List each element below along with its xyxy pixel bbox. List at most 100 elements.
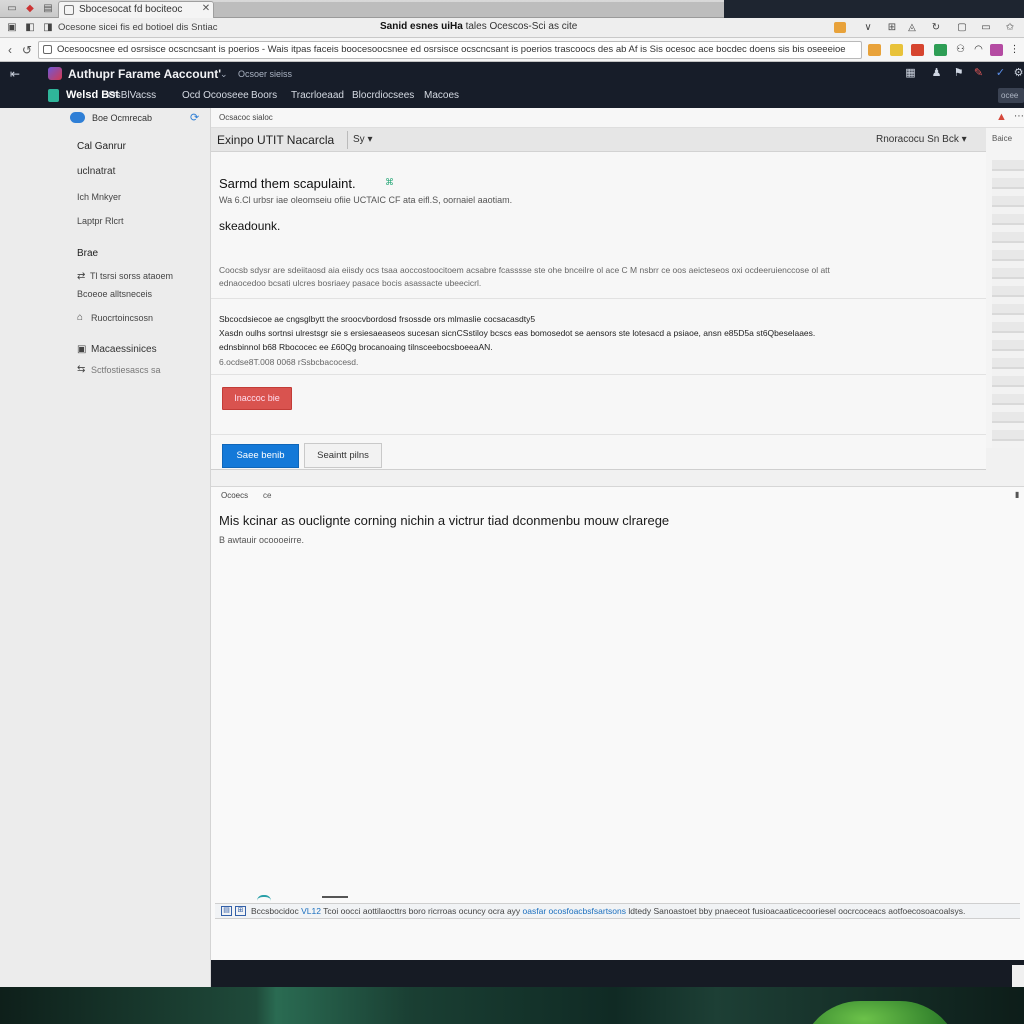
- section-heading: skeadounk.: [219, 219, 281, 233]
- header-help-icon[interactable]: ✓: [994, 67, 1007, 80]
- sidebar-top-label[interactable]: Boe Ocmrecab: [92, 113, 152, 123]
- reload-icon[interactable]: ↺: [22, 43, 32, 57]
- status-grid-icon[interactable]: ⊞: [235, 906, 246, 916]
- browser-logo-icon: ◆: [26, 3, 34, 14]
- sidebar-refresh-icon[interactable]: ⟳: [190, 111, 199, 124]
- account-chevron-down-icon[interactable]: ⌄: [220, 69, 228, 80]
- header-back-icon[interactable]: ⇤: [10, 67, 20, 81]
- nav-link-1[interactable]: OsBlVacss: [108, 90, 156, 101]
- account-name[interactable]: Authupr Farame Aaccount': [68, 67, 221, 81]
- title-dropdown-chevron-icon: ▾: [367, 134, 373, 145]
- panel-heading: Sarmd them scapulaint.: [219, 176, 356, 191]
- status-info-icon[interactable]: ▤: [221, 906, 232, 916]
- sidebar-item-4[interactable]: Laptpr Rlcrt: [77, 216, 124, 226]
- extension-grid-icon[interactable]: ⊞: [886, 22, 898, 33]
- toolbar-people-icon[interactable]: ⚇: [954, 44, 967, 56]
- nav-link-6[interactable]: Macoes: [424, 90, 459, 101]
- sidebar-item-9[interactable]: Macaessinices: [91, 344, 157, 355]
- status-tail: ldtedy Sanoastoet bby pnaeceot fusioacaa…: [628, 906, 966, 916]
- app-header: ⇤ Authupr Farame Aaccount' ⌄ Ocsoer siei…: [0, 62, 1024, 108]
- header-settings-icon[interactable]: ⚙: [1012, 67, 1024, 80]
- panel-heading-icon[interactable]: ⌘: [385, 177, 394, 188]
- extension-star-icon[interactable]: ✩: [1004, 22, 1016, 33]
- status-body: Tcoi oocci aottilaocttrs boro ricrroas o…: [323, 906, 521, 916]
- save-button[interactable]: Saee benib: [222, 444, 299, 468]
- status-link-1[interactable]: VL12: [301, 906, 321, 916]
- header-bell-icon[interactable]: ⚑: [952, 67, 965, 80]
- sidebar-lock-icon: ⌂: [77, 312, 84, 323]
- resource-chevron-icon: ▾: [961, 134, 967, 145]
- sidebar-item-6[interactable]: Tl tsrsi sorss ataoem: [90, 271, 173, 281]
- window-title-bold: Sanid esnes uiHa: [380, 21, 463, 32]
- sidebar-link-icon: ⇄: [77, 271, 86, 282]
- paragraph-1b: ednaocedoo bcsati ulcres bosriaey pasace…: [219, 278, 482, 288]
- toolbar-ext-purple-icon[interactable]: [990, 44, 1003, 56]
- resource-dropdown-label: Rnoracocu Sn Bck: [876, 134, 959, 145]
- loading-spinner-icon: [257, 895, 271, 901]
- extension-window-icon[interactable]: ▭: [980, 22, 992, 33]
- extension-box-icon[interactable]: ▢: [956, 22, 968, 33]
- brand-logo-icon: [48, 89, 59, 102]
- extension-chevron-icon[interactable]: ∨: [862, 22, 874, 33]
- active-tab[interactable]: Sbocesocat fd bociteoc: [58, 1, 214, 18]
- sidebar-item-5[interactable]: Brae: [77, 248, 98, 259]
- toolbar-ext-green-icon[interactable]: [934, 44, 947, 56]
- sidebar-toggle-icon[interactable]: ▣: [6, 22, 18, 33]
- close-tab-icon[interactable]: ✕: [200, 3, 212, 15]
- bookmark-bar: ▣ ◧ ◨ Ocesone sicei fis ed botioel dis S…: [0, 18, 1024, 38]
- bottom-bar: [211, 960, 1024, 987]
- doc-tab-2[interactable]: ce: [263, 491, 271, 500]
- breadcrumb[interactable]: Ocsacoc sialoc: [219, 113, 273, 122]
- bookmark-text[interactable]: Ocesone sicei fis ed botioel dis Sntiac: [58, 22, 217, 33]
- sidebar-item-1[interactable]: Cal Ganrur: [77, 141, 126, 152]
- nav-link-2[interactable]: Ocd Ocooseee: [182, 90, 249, 101]
- title-divider: [347, 131, 348, 149]
- sidebar-item-8[interactable]: Ruocrtoincsosn: [91, 313, 153, 323]
- danger-button[interactable]: Inaccoc bie: [222, 387, 292, 410]
- nav-link-5[interactable]: Blocrdiocsees: [352, 90, 414, 101]
- extension-signal-icon[interactable]: ◬: [906, 22, 918, 33]
- toolbar-menu-icon[interactable]: ⋮: [1008, 44, 1021, 56]
- header-grid-icon[interactable]: ▦: [904, 67, 917, 80]
- reader-icon[interactable]: ◧: [24, 22, 36, 33]
- preview-thumbnail[interactable]: [992, 160, 1024, 448]
- more-options-icon[interactable]: ⋯: [1014, 111, 1024, 122]
- sidebar-item-2[interactable]: uclnatrat: [77, 166, 115, 177]
- sidebar-item-7[interactable]: Bcoeoe alltsneceis: [77, 289, 152, 299]
- back-icon[interactable]: ‹: [8, 43, 12, 57]
- window-menu-icon[interactable]: ▭: [6, 3, 18, 15]
- toolbar-ext-red-icon[interactable]: [911, 44, 924, 56]
- sidebar: Boe Ocmrecab ⟳ Cal Ganrur uclnatrat Ich …: [0, 108, 211, 987]
- divider: [211, 298, 986, 299]
- tab-list-icon[interactable]: ▤: [42, 3, 54, 15]
- alert-icon[interactable]: ▲: [996, 111, 1007, 123]
- resource-dropdown[interactable]: Rnoracocu Sn Bck ▾: [876, 134, 967, 145]
- url-field[interactable]: Ocesoocsnee ed osrsisce ocscncsant is po…: [38, 41, 862, 59]
- header-notify-icon[interactable]: ✎: [972, 67, 985, 80]
- sidebar-item-3[interactable]: Ich Mnkyer: [77, 192, 121, 202]
- header-search-input[interactable]: ocee: [998, 88, 1024, 103]
- nav-link-4[interactable]: Tracrloeaad: [291, 90, 344, 101]
- status-link-2[interactable]: oasfar ocosfoacbsfsartsons: [523, 906, 626, 916]
- sidebar-item-10[interactable]: Sctfostiesascs sa: [91, 365, 161, 375]
- inactive-tab-area[interactable]: [214, 2, 724, 17]
- lock-icon: [43, 45, 52, 54]
- main-area: Ocsacoc sialoc ▲ ⋯ Exinpo UTIT Nacarcla …: [211, 108, 1024, 960]
- account-logo-icon: [48, 67, 62, 80]
- page-title: Exinpo UTIT Nacarcla: [217, 133, 335, 147]
- title-dropdown[interactable]: Sy ▾: [353, 134, 372, 145]
- doc-close-icon[interactable]: ▮: [1015, 490, 1019, 499]
- secondary-button[interactable]: Seaintt pilns: [304, 443, 382, 468]
- nav-link-3[interactable]: Boors: [251, 90, 277, 101]
- header-user-icon[interactable]: ♟: [930, 67, 943, 80]
- extension-orange-icon[interactable]: [834, 22, 846, 33]
- toolbar-ext-orange-icon[interactable]: [868, 44, 881, 56]
- desktop-wallpaper: [0, 987, 1024, 1024]
- toolbar-ext-yellow-icon[interactable]: [890, 44, 903, 56]
- bookmark-icon[interactable]: ◨: [42, 22, 54, 33]
- doc-tab-1[interactable]: Ocoecs: [221, 491, 248, 500]
- extension-refresh-icon[interactable]: ↻: [930, 22, 942, 33]
- toolbar-wifi-icon[interactable]: ◠: [972, 44, 985, 56]
- panel-subheading: Wa 6.Cl urbsr iae oleomseiu ofiie UCTAIC…: [219, 195, 513, 205]
- window-title-rest: tales Ocescos-Sci as cite: [465, 21, 578, 32]
